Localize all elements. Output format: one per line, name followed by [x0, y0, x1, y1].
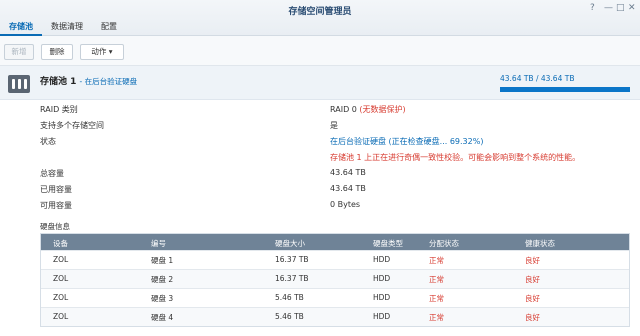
minimize-icon[interactable]: —: [604, 3, 613, 13]
table-row[interactable]: ZOL 硬盘 4 5.46 TB HDD 正常 良好: [41, 307, 629, 326]
storage-pool-icon: [8, 75, 30, 93]
close-icon[interactable]: ✕: [628, 3, 636, 13]
usage-bar-fill: [500, 87, 630, 92]
cell-health: 良好: [525, 275, 540, 284]
info-row-raid-type: RAID 类别 RAID 0 (无数据保护): [0, 100, 640, 116]
window-title: 存储空间管理员: [288, 7, 352, 17]
cell-device: ZOL: [53, 312, 69, 321]
pool-name: 存储池 1: [40, 77, 77, 87]
info-label: 支持多个存储空间: [40, 121, 104, 130]
column-header[interactable]: 硬盘类型: [373, 238, 403, 249]
cell-size: 5.46 TB: [275, 293, 304, 302]
cell-type: HDD: [373, 293, 391, 302]
cell-size: 16.37 TB: [275, 255, 309, 264]
info-value: 43.64 TB: [330, 184, 366, 193]
info-row-status: 状态 在后台验证硬盘 (正在检查硬盘... 69.32%): [0, 132, 640, 148]
cell-type: HDD: [373, 274, 391, 283]
column-header[interactable]: 编号: [151, 238, 166, 249]
maximize-icon[interactable]: □: [616, 3, 625, 13]
pool-title: 存储池 1 - 在后台验证硬盘: [40, 77, 138, 87]
title-bar: 存储空间管理员 ? — □ ✕ 存储池 数据清理 配置: [0, 0, 640, 36]
info-row-free-capacity: 可用容量 0 Bytes: [0, 196, 640, 212]
cell-id: 硬盘 4: [151, 313, 174, 322]
column-header[interactable]: 硬盘大小: [275, 238, 305, 249]
info-row-warning: 存储池 1 上正在进行奇偶一致性校验。可能会影响到整个系统的性能。: [0, 148, 640, 164]
info-label: 可用容量: [40, 201, 72, 210]
info-value: 是: [330, 121, 338, 130]
status-value: 在后台验证硬盘 (正在检查硬盘... 69.32%): [330, 137, 484, 146]
cell-id: 硬盘 2: [151, 275, 174, 284]
info-value: RAID 0 (无数据保护): [330, 104, 406, 115]
info-label: RAID 类别: [40, 105, 78, 114]
info-row-total-capacity: 总容量 43.64 TB: [0, 164, 640, 180]
table-row[interactable]: ZOL 硬盘 1 16.37 TB HDD 正常 良好: [41, 250, 629, 269]
cell-allocation: 正常: [429, 256, 444, 265]
cell-type: HDD: [373, 312, 391, 321]
raid-value: RAID 0: [330, 105, 357, 114]
tab-storage-pool[interactable]: 存储池: [0, 20, 42, 36]
table-row[interactable]: ZOL 硬盘 2 16.37 TB HDD 正常 良好: [41, 269, 629, 288]
new-button[interactable]: 新增: [4, 44, 34, 60]
table-header: 设备 编号 硬盘大小 硬盘类型 分配状态 健康状态: [41, 234, 629, 250]
cell-health: 良好: [525, 294, 540, 303]
disk-table: 设备 编号 硬盘大小 硬盘类型 分配状态 健康状态 ZOL 硬盘 1 16.37…: [40, 233, 630, 327]
cell-device: ZOL: [53, 255, 69, 264]
info-label: 状态: [40, 137, 56, 146]
usage-text: 43.64 TB / 43.64 TB: [500, 74, 575, 83]
cell-size: 16.37 TB: [275, 274, 309, 283]
column-header[interactable]: 设备: [53, 238, 68, 249]
info-row-multi-volume: 支持多个存储空间 是: [0, 116, 640, 132]
column-header[interactable]: 健康状态: [525, 238, 555, 249]
info-row-used-capacity: 已用容量 43.64 TB: [0, 180, 640, 196]
cell-device: ZOL: [53, 293, 69, 302]
info-label: 已用容量: [40, 185, 72, 194]
pool-status-sub: 在后台验证硬盘: [84, 77, 138, 86]
cell-size: 5.46 TB: [275, 312, 304, 321]
tab-data-scrubbing[interactable]: 数据清理: [42, 20, 92, 36]
cell-allocation: 正常: [429, 294, 444, 303]
delete-button[interactable]: 删除: [41, 44, 73, 60]
cell-id: 硬盘 3: [151, 294, 174, 303]
info-value: 0 Bytes: [330, 200, 361, 209]
status-warning: 存储池 1 上正在进行奇偶一致性校验。可能会影响到整个系统的性能。: [330, 153, 581, 162]
raid-note: (无数据保护): [359, 105, 406, 114]
cell-health: 良好: [525, 313, 540, 322]
cell-allocation: 正常: [429, 275, 444, 284]
usage-bar: [500, 87, 630, 92]
info-value: 43.64 TB: [330, 168, 366, 177]
column-header[interactable]: 分配状态: [429, 238, 459, 249]
cell-allocation: 正常: [429, 313, 444, 322]
pool-header[interactable]: 存储池 1 - 在后台验证硬盘 43.64 TB / 43.64 TB: [0, 66, 640, 100]
table-row[interactable]: ZOL 硬盘 3 5.46 TB HDD 正常 良好: [41, 288, 629, 307]
cell-id: 硬盘 1: [151, 256, 174, 265]
action-dropdown-button[interactable]: 动作 ▾: [80, 44, 124, 60]
help-icon[interactable]: ?: [590, 3, 595, 13]
cell-device: ZOL: [53, 274, 69, 283]
tab-settings[interactable]: 配置: [92, 20, 126, 36]
cell-health: 良好: [525, 256, 540, 265]
info-label: 总容量: [40, 169, 64, 178]
cell-type: HDD: [373, 255, 391, 264]
disk-section-title: 硬盘信息: [40, 222, 70, 231]
tab-bar: 存储池 数据清理 配置: [0, 20, 126, 36]
pool-info: RAID 类别 RAID 0 (无数据保护) 支持多个存储空间 是 状态 在后台…: [0, 100, 640, 212]
toolbar: 新增 删除 动作 ▾: [0, 36, 640, 66]
